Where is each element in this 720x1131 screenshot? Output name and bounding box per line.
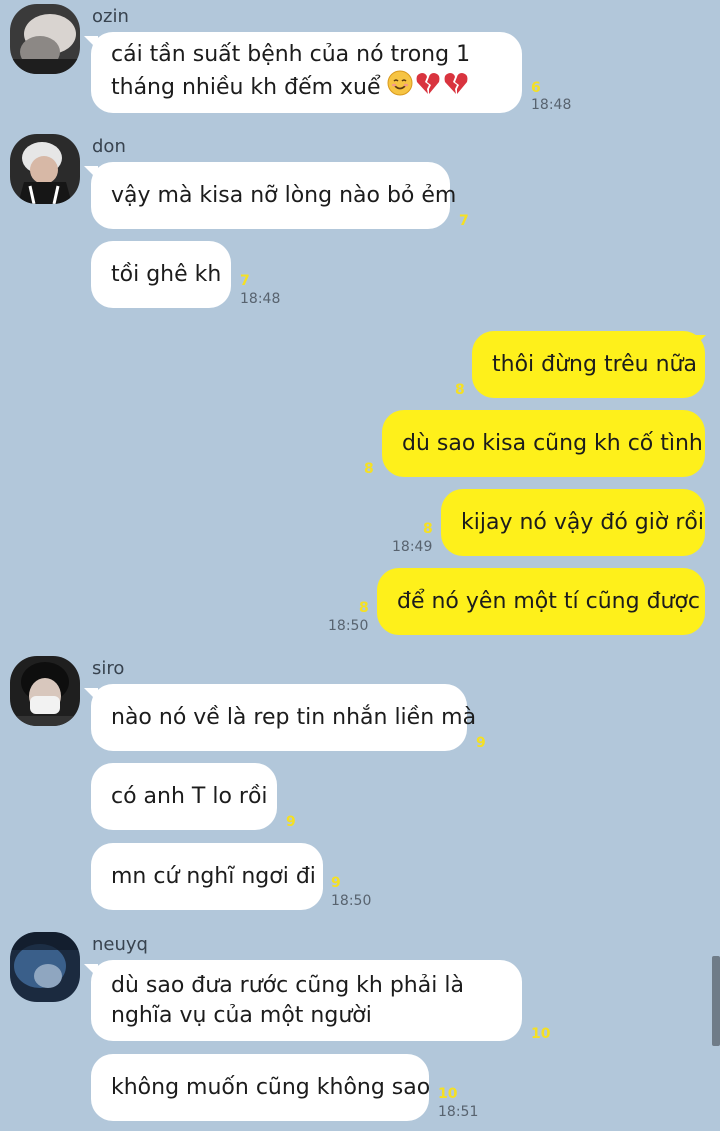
message-text: dù sao kisa cũng kh cố tình	[402, 431, 703, 456]
unread-count: 8	[455, 382, 465, 398]
sender-name: ozin	[92, 6, 129, 27]
unread-count: 7	[240, 273, 250, 289]
avatar-siro[interactable]	[10, 656, 80, 726]
broken-heart-icon	[443, 70, 469, 105]
unread-count: 10	[438, 1086, 458, 1102]
message-text: tồi ghê kh	[111, 262, 222, 287]
message-time: 18:50	[331, 893, 372, 909]
message-bubble[interactable]: tồi ghê kh	[91, 241, 231, 308]
message-bubble[interactable]: để nó yên một tí cũng được	[377, 568, 705, 635]
unread-count: 10	[531, 1026, 551, 1042]
unread-count: 8	[423, 521, 433, 537]
message-bubble[interactable]: không muốn cũng không sao	[91, 1054, 431, 1121]
scrollbar[interactable]	[712, 956, 720, 1046]
avatar-neuyq[interactable]	[10, 932, 80, 1002]
message-text: mn cứ nghĩ ngơi đi	[111, 864, 316, 889]
emoji-group	[387, 70, 469, 105]
sender-name: siro	[92, 658, 125, 679]
unread-count: 8	[364, 461, 374, 477]
avatar-don[interactable]	[10, 134, 80, 204]
avatar-ozin[interactable]	[10, 4, 80, 74]
message-line: cái tần suất bệnh của nó trong 1	[111, 42, 471, 67]
message-time: 18:48	[531, 97, 572, 113]
message-text: để nó yên một tí cũng được	[397, 589, 701, 614]
unread-count: 8	[359, 600, 369, 616]
message-bubble[interactable]: thôi đừng trêu nữa	[472, 331, 705, 398]
message-text: không muốn cũng không sao	[111, 1075, 431, 1100]
unread-count: 6	[531, 80, 541, 96]
message-line: nghĩa vụ của một người	[111, 1002, 372, 1028]
message-bubble[interactable]: kijay nó vậy đó giờ rồi	[441, 489, 705, 556]
message-line: dù sao đưa rước cũng kh phải là	[111, 972, 464, 998]
message-bubble[interactable]: nào nó về là rep tin nhắn liền mà	[91, 684, 476, 751]
sender-name: neuyq	[92, 934, 148, 955]
message-line-text: tháng nhiều kh đếm xuể	[111, 74, 381, 100]
message-bubble[interactable]: vậy mà kisa nỡ lòng nào bỏ ẻm	[91, 162, 456, 229]
message-bubble[interactable]: cái tần suất bệnh của nó trong 1 tháng n…	[91, 32, 522, 113]
smiling-face-icon	[387, 70, 413, 105]
unread-count: 9	[476, 735, 486, 751]
broken-heart-icon	[415, 70, 441, 105]
message-time: 18:50	[328, 618, 369, 634]
message-bubble[interactable]: dù sao kisa cũng kh cố tình	[382, 410, 705, 477]
message-line: tháng nhiều kh đếm xuể	[111, 70, 469, 105]
message-time: 18:48	[240, 291, 281, 307]
message-bubble[interactable]: mn cứ nghĩ ngơi đi	[91, 843, 323, 910]
unread-count: 9	[286, 814, 296, 830]
message-bubble[interactable]: dù sao đưa rước cũng kh phải là nghĩa vụ…	[91, 960, 522, 1041]
message-text: thôi đừng trêu nữa	[492, 352, 697, 377]
message-text: kijay nó vậy đó giờ rồi	[461, 510, 704, 535]
unread-count: 9	[331, 875, 341, 891]
sender-name: don	[92, 136, 126, 157]
message-time: 18:51	[438, 1104, 479, 1120]
message-time: 18:49	[392, 539, 433, 555]
unread-count: 7	[459, 213, 469, 229]
message-text: có anh T lo rồi	[111, 784, 268, 809]
message-bubble[interactable]: có anh T lo rồi	[91, 763, 277, 830]
message-text: nào nó về là rep tin nhắn liền mà	[111, 705, 477, 730]
message-text: vậy mà kisa nỡ lòng nào bỏ ẻm	[111, 183, 457, 208]
